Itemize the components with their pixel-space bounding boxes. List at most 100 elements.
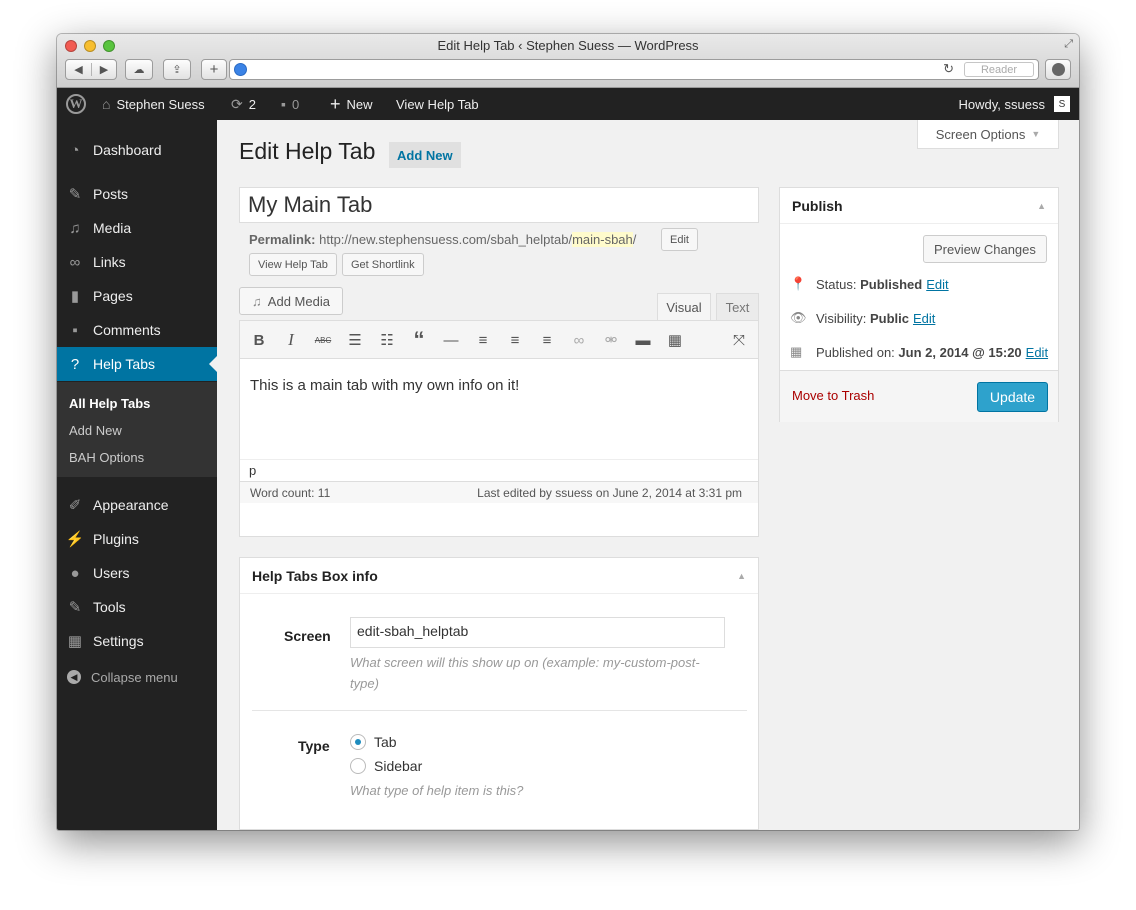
howdy-user[interactable]: Howdy, ssuess [959, 88, 1045, 120]
add-media-button[interactable]: ♫ Add Media [239, 287, 343, 315]
collapse-menu-button[interactable]: ◀ Collapse menu [57, 665, 217, 689]
plugin-icon: ⚡ [65, 531, 85, 548]
site-name: Stephen Suess [116, 96, 205, 112]
submenu-all-help-tabs[interactable]: All Help Tabs [69, 396, 150, 411]
screen-label: Screen [284, 628, 331, 644]
sidebar-item-help-tabs[interactable]: ? Help Tabs [57, 347, 217, 381]
sidebar-item-pages[interactable]: ▮ Pages [57, 279, 217, 313]
submenu-bah-options[interactable]: BAH Options [69, 450, 144, 465]
bold-icon[interactable]: B [248, 330, 270, 350]
comments-link[interactable]: ▪ 0 [281, 88, 299, 120]
publish-title: Publish [792, 197, 843, 214]
view-help-tab-link[interactable]: View Help Tab [396, 88, 479, 120]
screen-options-button[interactable]: Screen Options ▼ [917, 120, 1059, 149]
sidebar-item-appearance[interactable]: ✐ Appearance [57, 488, 217, 522]
get-shortlink-button[interactable]: Get Shortlink [342, 253, 424, 276]
site-name-link[interactable]: ⌂ Stephen Suess [102, 88, 205, 120]
reload-icon[interactable]: ↻ [943, 61, 954, 77]
bullet-list-icon[interactable]: ☰ [344, 330, 366, 350]
icloud-tabs-icon[interactable]: ☁ [125, 59, 153, 80]
permalink-label: Permalink: [249, 232, 316, 247]
sidebar-item-label: Media [93, 220, 132, 236]
back-icon[interactable]: ◀ [66, 63, 91, 76]
avatar[interactable]: S [1054, 96, 1070, 112]
numbered-list-icon[interactable]: ☷ [376, 330, 398, 350]
sidebar-item-comments[interactable]: ▪ Comments [57, 313, 217, 347]
blockquote-icon[interactable]: “ [408, 327, 430, 352]
settings-icon: ▦ [67, 633, 83, 650]
downloads-icon[interactable] [1045, 59, 1071, 80]
toolbar-toggle-icon[interactable]: ▦ [664, 330, 686, 350]
edit-permalink-button[interactable]: Edit [661, 228, 698, 251]
post-title-input[interactable]: My Main Tab [239, 187, 759, 223]
fullscreen-icon[interactable]: ⤧ [728, 330, 750, 350]
share-icon[interactable]: ⇪ [163, 59, 191, 80]
update-button[interactable]: Update [977, 382, 1048, 412]
align-left-icon[interactable]: ≡ [472, 330, 494, 350]
align-right-icon[interactable]: ≡ [536, 330, 558, 350]
sidebar-item-label: Help Tabs [93, 356, 156, 372]
editor-status-bar: Word count: 11 Last edited by ssuess on … [240, 481, 758, 503]
sidebar-item-links[interactable]: ∞ Links [57, 245, 217, 279]
updates-link[interactable]: ⟳ 2 [231, 88, 256, 120]
permalink-base[interactable]: http://new.stephensuess.com/sbah_helptab… [319, 232, 572, 247]
type-label: Type [298, 738, 330, 754]
unlink-icon[interactable]: ⚮ [600, 330, 622, 350]
comments-count: 0 [291, 96, 300, 112]
new-tab-icon[interactable]: + [201, 59, 227, 80]
media-icon: ♫ [69, 219, 81, 237]
sidebar-item-tools[interactable]: ✎ Tools [57, 590, 217, 624]
radio-sidebar[interactable] [350, 758, 366, 774]
insert-link-icon[interactable]: ∞ [568, 330, 590, 350]
radio-tab[interactable] [350, 734, 366, 750]
published-value: Jun 2, 2014 @ 15:20 [898, 344, 1022, 360]
publish-actions: Move to Trash Update [780, 370, 1058, 422]
align-center-icon[interactable]: ≡ [504, 330, 526, 350]
type-option-sidebar[interactable]: Sidebar [350, 758, 422, 774]
sidebar-item-posts[interactable]: ✎ Posts [57, 177, 217, 211]
fullscreen-icon[interactable]: ⤢ [1064, 38, 1073, 51]
new-content-link[interactable]: + New [330, 88, 373, 120]
help-tabs-box-header[interactable]: Help Tabs Box info ▲ [240, 558, 758, 594]
submenu-add-new[interactable]: Add New [69, 423, 122, 438]
horizontal-rule-icon[interactable]: — [440, 330, 462, 350]
editor-body-text[interactable]: This is a main tab with my own info on i… [250, 377, 519, 394]
sidebar-item-label: Tools [93, 599, 126, 615]
sidebar-item-label: Appearance [93, 497, 169, 513]
edit-status-link[interactable]: Edit [926, 277, 948, 292]
content-editor[interactable]: B I ABC ☰ ☷ “ — ≡ ≡ ≡ ∞ ⚮ ▬ ▦ ⤧ This is … [239, 320, 759, 537]
tab-text[interactable]: Text [716, 293, 759, 321]
add-new-button[interactable]: Add New [389, 142, 461, 168]
move-to-trash-link[interactable]: Move to Trash [792, 388, 874, 403]
tab-visual[interactable]: Visual [657, 293, 711, 321]
plus-icon: + [330, 93, 341, 114]
edit-date-link[interactable]: Edit [1026, 345, 1048, 360]
sidebar-item-settings[interactable]: ▦ Settings [57, 624, 217, 658]
insert-more-icon[interactable]: ▬ [632, 330, 654, 350]
forward-icon[interactable]: ▶ [91, 63, 116, 76]
home-icon: ⌂ [102, 96, 111, 112]
screen-input[interactable]: edit-sbah_helptab [350, 617, 725, 648]
sidebar-item-dashboard[interactable]: ◔ Dashboard [57, 133, 217, 167]
permalink-slug[interactable]: main-sbah [572, 232, 633, 247]
dropdown-arrow-icon: ▼ [1031, 129, 1041, 139]
edit-visibility-link[interactable]: Edit [913, 311, 935, 326]
view-help-tab-button[interactable]: View Help Tab [249, 253, 337, 276]
sidebar-item-plugins[interactable]: ⚡ Plugins [57, 522, 217, 556]
sidebar-item-media[interactable]: ♫ Media [57, 211, 217, 245]
collapse-toggle-icon[interactable]: ▲ [737, 571, 746, 581]
editor-path: p [240, 459, 758, 481]
sidebar-item-label: Dashboard [93, 142, 162, 158]
strikethrough-icon[interactable]: ABC [312, 330, 334, 350]
sidebar-item-label: Users [93, 565, 130, 581]
wordpress-logo-icon[interactable]: W [66, 94, 86, 114]
address-bar[interactable]: ↻ Reader [229, 59, 1039, 80]
collapse-menu-label: Collapse menu [91, 669, 178, 685]
type-option-tab[interactable]: Tab [350, 734, 397, 750]
publish-box-header[interactable]: Publish ▲ [780, 188, 1058, 224]
reader-button[interactable]: Reader [964, 62, 1034, 77]
sidebar-item-users[interactable]: ● Users [57, 556, 217, 590]
italic-icon[interactable]: I [280, 330, 302, 350]
collapse-toggle-icon[interactable]: ▲ [1037, 201, 1046, 211]
preview-changes-button[interactable]: Preview Changes [923, 235, 1047, 263]
